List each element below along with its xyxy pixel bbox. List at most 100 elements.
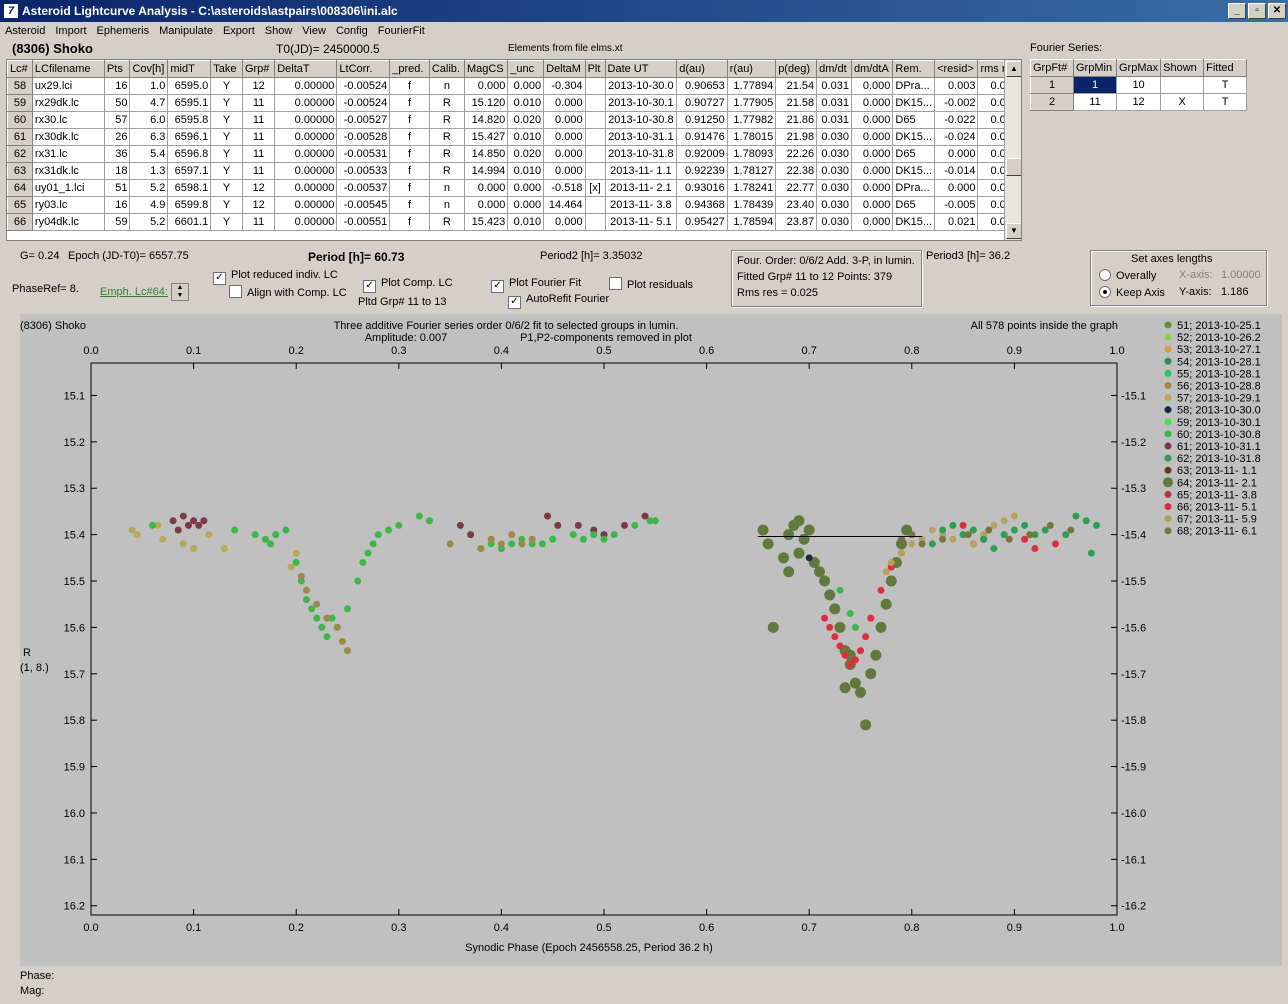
- lc-cell[interactable]: 12: [241, 77, 276, 95]
- lc-cell[interactable]: 12: [241, 196, 276, 214]
- lc-cell[interactable]: 0.003: [934, 77, 979, 95]
- lc-cell[interactable]: ux29.lci: [31, 77, 105, 95]
- lc-cell[interactable]: 22.38: [775, 162, 818, 180]
- lc-cell[interactable]: [584, 196, 606, 214]
- lc-cell[interactable]: 0.010: [507, 128, 545, 146]
- lc-cell[interactable]: 0.030: [816, 162, 852, 180]
- lc-cell[interactable]: 1.77905: [726, 94, 777, 112]
- lc-cell[interactable]: 21.54: [775, 77, 818, 95]
- lc-cell[interactable]: ry04dk.lc: [31, 213, 105, 231]
- lc-cell[interactable]: -0.304: [543, 77, 586, 95]
- lc-cell[interactable]: R: [428, 94, 465, 112]
- menu-manipulate[interactable]: Manipulate: [154, 23, 218, 41]
- lc-cell[interactable]: DK15...: [892, 213, 936, 231]
- menu-asteroid[interactable]: Asteroid: [0, 23, 50, 41]
- lc-cell[interactable]: 15.427: [463, 128, 509, 146]
- lc-cell[interactable]: 1.0: [129, 77, 169, 95]
- lc-cell[interactable]: 6595.0: [167, 77, 212, 95]
- lc-cell[interactable]: 63: [7, 162, 33, 180]
- lc-cell[interactable]: 1.3: [129, 162, 169, 180]
- lc-cell[interactable]: 16: [103, 196, 131, 214]
- lc-cell[interactable]: 2013-10-30.1: [604, 94, 678, 112]
- lc-cell[interactable]: 23.40: [775, 196, 818, 214]
- minimize-button[interactable]: _: [1228, 3, 1246, 19]
- lightcurve-plot[interactable]: (8306) Shoko Three additive Fourier seri…: [20, 314, 1282, 966]
- lc-col-header[interactable]: _unc: [507, 60, 545, 78]
- lc-cell[interactable]: 2013-11- 3.8: [604, 196, 678, 214]
- emph-lc-label[interactable]: Emph. Lc#64:: [100, 286, 168, 298]
- plot-residuals-checkbox[interactable]: Plot residuals: [609, 277, 693, 291]
- lc-cell[interactable]: 1.78127: [726, 162, 777, 180]
- lc-cell[interactable]: 22.26: [775, 145, 818, 163]
- lc-col-header[interactable]: LCfilename: [31, 60, 105, 78]
- lc-cell[interactable]: R: [428, 145, 465, 163]
- lc-cell[interactable]: 6596.1: [167, 128, 212, 146]
- lc-col-header[interactable]: Plt: [584, 60, 606, 78]
- lc-cell[interactable]: rx30dk.lc: [31, 128, 105, 146]
- lc-cell[interactable]: 0.94368: [676, 196, 728, 214]
- lc-col-header[interactable]: DeltaT: [274, 60, 338, 78]
- keep-axis-radio[interactable]: Keep Axis: [1099, 286, 1165, 299]
- checkbox-empty-icon[interactable]: [229, 285, 242, 298]
- lc-cell[interactable]: 59: [103, 213, 131, 231]
- lc-cell[interactable]: 1.78093: [726, 145, 777, 163]
- lc-cell[interactable]: 11: [241, 162, 276, 180]
- menu-export[interactable]: Export: [218, 23, 260, 41]
- lc-cell[interactable]: 0.000: [850, 77, 894, 95]
- lc-cell[interactable]: n: [428, 196, 465, 214]
- lc-cell[interactable]: 60: [7, 111, 33, 129]
- lc-cell[interactable]: 1.78015: [726, 128, 777, 146]
- lc-cell[interactable]: 1.78241: [726, 179, 777, 197]
- lc-cell[interactable]: n: [428, 77, 465, 95]
- lc-cell[interactable]: n: [428, 179, 465, 197]
- lc-cell[interactable]: 18: [103, 162, 131, 180]
- lc-cell[interactable]: 11: [241, 128, 276, 146]
- lc-cell[interactable]: 0.000: [850, 145, 894, 163]
- lc-col-header[interactable]: LtCorr.: [336, 60, 391, 78]
- lc-cell[interactable]: 0.00000: [274, 162, 338, 180]
- fourier-cell[interactable]: 1: [1073, 76, 1117, 94]
- lc-cell[interactable]: [584, 111, 606, 129]
- lc-cell[interactable]: 5.4: [129, 145, 169, 163]
- lc-cell[interactable]: 1.77894: [726, 77, 777, 95]
- lc-cell[interactable]: 0.00000: [274, 94, 338, 112]
- lc-cell[interactable]: rx30.lc: [31, 111, 105, 129]
- lc-cell[interactable]: 6.3: [129, 128, 169, 146]
- lc-cell[interactable]: 1.78594: [726, 213, 777, 231]
- lc-cell[interactable]: R: [428, 128, 465, 146]
- lc-cell[interactable]: 11: [241, 94, 276, 112]
- lc-cell[interactable]: 0.90727: [676, 94, 728, 112]
- checkbox-checked-icon[interactable]: ✓: [213, 272, 226, 285]
- fourier-cell[interactable]: X: [1160, 93, 1205, 111]
- lc-cell[interactable]: 23.87: [775, 213, 818, 231]
- lc-cell[interactable]: 64: [7, 179, 33, 197]
- lc-cell[interactable]: 0.030: [816, 145, 852, 163]
- lc-cell[interactable]: 14.464: [543, 196, 586, 214]
- lc-cell[interactable]: rx29dk.lc: [31, 94, 105, 112]
- lc-cell[interactable]: 0.000: [543, 162, 586, 180]
- menu-view[interactable]: View: [297, 23, 331, 41]
- lc-cell[interactable]: Y: [210, 213, 243, 231]
- lc-cell[interactable]: 0.000: [463, 77, 509, 95]
- lc-col-header[interactable]: Lc#: [7, 60, 33, 78]
- lc-cell[interactable]: R: [428, 162, 465, 180]
- lc-table-row[interactable]: 65 ry03.lc 16 4.9 6599.8 Y 12 0.00000 -0.00545 f n…: [7, 196, 1021, 214]
- lc-cell[interactable]: 0.000: [850, 196, 894, 214]
- lc-cell[interactable]: DK15...: [892, 94, 936, 112]
- lc-col-header[interactable]: r(au): [726, 60, 777, 78]
- lc-cell[interactable]: 0.000: [850, 213, 894, 231]
- lc-cell[interactable]: 6595.1: [167, 94, 212, 112]
- radio-selected-icon[interactable]: [1099, 286, 1111, 298]
- lc-cell[interactable]: 6601.1: [167, 213, 212, 231]
- lc-cell[interactable]: 22.77: [775, 179, 818, 197]
- lc-cell[interactable]: 0.000: [507, 196, 545, 214]
- lc-table-row[interactable]: 62 rx31.lc 36 5.4 6596.8 Y 11 0.00000 -0.00531 f R…: [7, 145, 1021, 163]
- checkbox-empty-icon[interactable]: [609, 277, 622, 290]
- lc-table-row[interactable]: 58 ux29.lci 16 1.0 6595.0 Y 12 0.00000 -0.00524 f…: [7, 77, 1021, 95]
- lc-cell[interactable]: 0.00000: [274, 196, 338, 214]
- radio-empty-icon[interactable]: [1099, 269, 1111, 281]
- fourier-cell[interactable]: T: [1203, 76, 1248, 94]
- lc-cell[interactable]: 4.9: [129, 196, 169, 214]
- lc-cell[interactable]: -0.00537: [336, 179, 391, 197]
- lc-cell[interactable]: 0.000: [507, 77, 545, 95]
